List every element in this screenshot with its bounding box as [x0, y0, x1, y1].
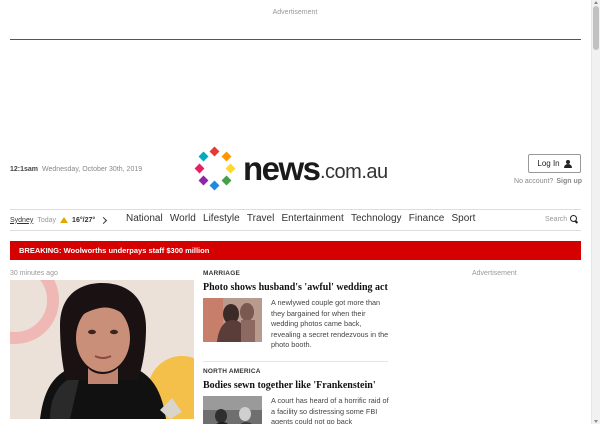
header-datetime: 12:1sam Wednesday, October 30th, 2019: [10, 166, 142, 173]
story-thumbnail[interactable]: [203, 396, 262, 424]
header-time: 12:1sam: [10, 166, 39, 173]
story-thumbnail-photo: [203, 298, 262, 342]
logo-word: news: [243, 150, 321, 187]
scroll-up-arrow-icon[interactable]: [594, 1, 598, 4]
weather-city[interactable]: Sydney: [10, 217, 33, 224]
logo-dot: [194, 163, 205, 174]
nav-top-divider: [10, 209, 581, 210]
breaking-news-banner[interactable]: BREAKING: Woolworths underpays staff $30…: [10, 241, 581, 260]
logo-dot: [221, 151, 232, 162]
weather-temps: 16°/27°: [72, 216, 96, 224]
logo-dot: [209, 180, 220, 191]
nav-item-entertainment[interactable]: Entertainment: [282, 213, 344, 224]
news-logo[interactable]: news .com.au: [194, 146, 398, 192]
story-card[interactable]: NORTH AMERICA Bodies sewn together like …: [203, 368, 389, 424]
scroll-down-arrow-icon[interactable]: [594, 420, 598, 423]
story-thumbnail-photo: [203, 396, 262, 424]
page: Advertisement 12:1sam Wednesday, October…: [0, 0, 600, 424]
login-label: Log In: [537, 159, 560, 168]
story-headline[interactable]: Photo shows husband's 'awful' wedding ac…: [203, 282, 388, 293]
user-icon: [563, 159, 572, 168]
scrollbar-thumb[interactable]: [593, 6, 599, 50]
signup-link[interactable]: Sign up: [556, 178, 582, 185]
story-summary: A court has heard of a horrific raid of …: [271, 396, 389, 424]
search-button[interactable]: Search: [545, 215, 578, 223]
story-divider: [203, 361, 388, 362]
top-advertisement-divider: [10, 39, 581, 40]
lead-story-image[interactable]: [10, 280, 194, 419]
logo-dot: [225, 163, 236, 174]
chevron-right-icon[interactable]: [100, 216, 108, 224]
nav-item-travel[interactable]: Travel: [247, 213, 274, 224]
nav-item-world[interactable]: World: [170, 213, 196, 224]
nav-item-sport[interactable]: Sport: [452, 213, 476, 224]
no-account-text: No account? Sign up: [506, 178, 582, 185]
no-account-label: No account?: [514, 178, 554, 185]
main-nav: National World Lifestyle Travel Entertai…: [126, 213, 483, 224]
story-category[interactable]: MARRIAGE: [203, 270, 388, 277]
story-thumbnail[interactable]: [203, 298, 262, 342]
story-card[interactable]: MARRIAGE Photo shows husband's 'awful' w…: [203, 270, 388, 349]
page-scrollbar[interactable]: [591, 0, 600, 424]
top-advertisement-label: Advertisement: [272, 9, 318, 16]
logo-dot: [198, 175, 209, 186]
story-summary: A newlywed couple got more than they bar…: [271, 298, 389, 349]
partly-sunny-icon: [60, 217, 69, 223]
search-label: Search: [545, 215, 568, 223]
nav-item-technology[interactable]: Technology: [351, 213, 402, 224]
nav-item-national[interactable]: National: [126, 213, 163, 224]
nav-item-lifestyle[interactable]: Lifestyle: [203, 213, 240, 224]
side-advertisement-label: Advertisement: [472, 270, 517, 277]
logo-dot: [221, 175, 232, 186]
story-headline[interactable]: Bodies sewn together like 'Frankenstein': [203, 380, 388, 391]
nav-bottom-divider: [10, 230, 581, 231]
weather-today: Today: [37, 216, 57, 224]
header-date: Wednesday, October 30th, 2019: [41, 166, 143, 173]
story-category[interactable]: NORTH AMERICA: [203, 368, 388, 375]
logo-dot: [209, 146, 220, 157]
search-icon: [570, 215, 578, 223]
login-button[interactable]: Log In: [528, 154, 581, 173]
logo-tld: .com.au: [320, 161, 388, 183]
logo-dot: [198, 151, 209, 162]
nav-item-finance[interactable]: Finance: [409, 213, 445, 224]
weather-widget[interactable]: Sydney Today 16°/27°: [10, 215, 108, 225]
lead-story-time: 30 minutes ago: [10, 270, 58, 277]
lead-story-photo: [10, 280, 194, 419]
